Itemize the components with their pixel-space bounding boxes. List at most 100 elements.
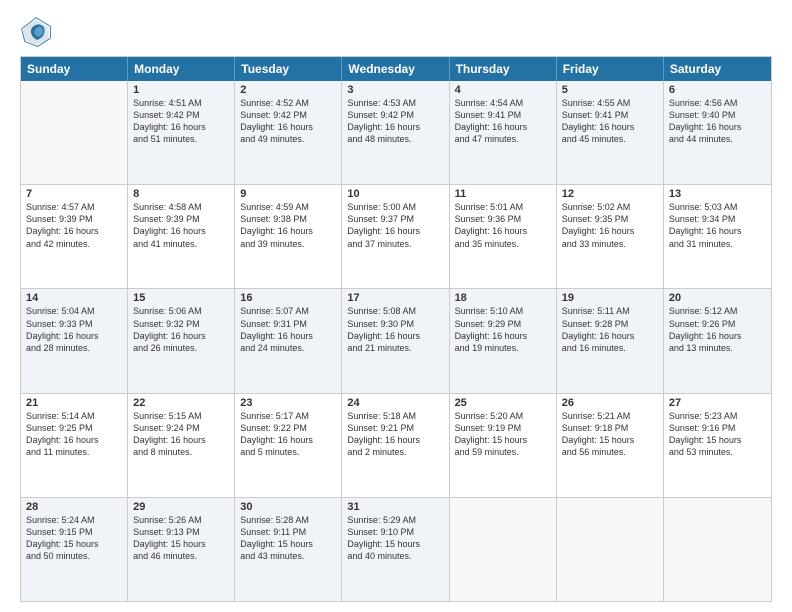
day-info: Sunrise: 5:14 AMSunset: 9:25 PMDaylight:… xyxy=(26,410,122,459)
calendar-cell: 13Sunrise: 5:03 AMSunset: 9:34 PMDayligh… xyxy=(664,185,771,288)
day-info: Sunrise: 5:18 AMSunset: 9:21 PMDaylight:… xyxy=(347,410,443,459)
day-number: 4 xyxy=(455,84,551,96)
calendar-cell: 27Sunrise: 5:23 AMSunset: 9:16 PMDayligh… xyxy=(664,394,771,497)
day-info: Sunrise: 4:55 AMSunset: 9:41 PMDaylight:… xyxy=(562,97,658,146)
day-number: 12 xyxy=(562,188,658,200)
calendar-cell: 30Sunrise: 5:28 AMSunset: 9:11 PMDayligh… xyxy=(235,498,342,601)
day-info: Sunrise: 5:11 AMSunset: 9:28 PMDaylight:… xyxy=(562,305,658,354)
day-number: 29 xyxy=(133,501,229,513)
day-info: Sunrise: 5:08 AMSunset: 9:30 PMDaylight:… xyxy=(347,305,443,354)
day-info: Sunrise: 5:15 AMSunset: 9:24 PMDaylight:… xyxy=(133,410,229,459)
day-info: Sunrise: 5:02 AMSunset: 9:35 PMDaylight:… xyxy=(562,201,658,250)
day-number: 21 xyxy=(26,397,122,409)
calendar-cell: 6Sunrise: 4:56 AMSunset: 9:40 PMDaylight… xyxy=(664,81,771,184)
day-number: 16 xyxy=(240,292,336,304)
day-info: Sunrise: 5:04 AMSunset: 9:33 PMDaylight:… xyxy=(26,305,122,354)
calendar-cell: 9Sunrise: 4:59 AMSunset: 9:38 PMDaylight… xyxy=(235,185,342,288)
page: SundayMondayTuesdayWednesdayThursdayFrid… xyxy=(0,0,792,612)
day-number: 15 xyxy=(133,292,229,304)
day-info: Sunrise: 5:21 AMSunset: 9:18 PMDaylight:… xyxy=(562,410,658,459)
day-number: 2 xyxy=(240,84,336,96)
calendar-header: SundayMondayTuesdayWednesdayThursdayFrid… xyxy=(21,57,771,81)
day-info: Sunrise: 5:01 AMSunset: 9:36 PMDaylight:… xyxy=(455,201,551,250)
day-info: Sunrise: 5:10 AMSunset: 9:29 PMDaylight:… xyxy=(455,305,551,354)
calendar-cell: 11Sunrise: 5:01 AMSunset: 9:36 PMDayligh… xyxy=(450,185,557,288)
day-number: 23 xyxy=(240,397,336,409)
calendar-row: 28Sunrise: 5:24 AMSunset: 9:15 PMDayligh… xyxy=(21,497,771,601)
day-number: 3 xyxy=(347,84,443,96)
calendar-cell: 3Sunrise: 4:53 AMSunset: 9:42 PMDaylight… xyxy=(342,81,449,184)
day-number: 25 xyxy=(455,397,551,409)
day-info: Sunrise: 5:12 AMSunset: 9:26 PMDaylight:… xyxy=(669,305,766,354)
day-number: 14 xyxy=(26,292,122,304)
day-number: 17 xyxy=(347,292,443,304)
calendar-cell: 26Sunrise: 5:21 AMSunset: 9:18 PMDayligh… xyxy=(557,394,664,497)
weekday-header: Monday xyxy=(128,57,235,81)
day-info: Sunrise: 5:06 AMSunset: 9:32 PMDaylight:… xyxy=(133,305,229,354)
weekday-header: Wednesday xyxy=(342,57,449,81)
day-info: Sunrise: 5:20 AMSunset: 9:19 PMDaylight:… xyxy=(455,410,551,459)
calendar-row: 21Sunrise: 5:14 AMSunset: 9:25 PMDayligh… xyxy=(21,393,771,497)
day-info: Sunrise: 4:51 AMSunset: 9:42 PMDaylight:… xyxy=(133,97,229,146)
day-number: 19 xyxy=(562,292,658,304)
day-number: 11 xyxy=(455,188,551,200)
day-number: 6 xyxy=(669,84,766,96)
day-number: 24 xyxy=(347,397,443,409)
calendar-cell: 15Sunrise: 5:06 AMSunset: 9:32 PMDayligh… xyxy=(128,289,235,392)
calendar-cell: 17Sunrise: 5:08 AMSunset: 9:30 PMDayligh… xyxy=(342,289,449,392)
calendar-row: 7Sunrise: 4:57 AMSunset: 9:39 PMDaylight… xyxy=(21,184,771,288)
day-info: Sunrise: 5:26 AMSunset: 9:13 PMDaylight:… xyxy=(133,514,229,563)
calendar-cell: 14Sunrise: 5:04 AMSunset: 9:33 PMDayligh… xyxy=(21,289,128,392)
day-info: Sunrise: 4:59 AMSunset: 9:38 PMDaylight:… xyxy=(240,201,336,250)
calendar-cell: 22Sunrise: 5:15 AMSunset: 9:24 PMDayligh… xyxy=(128,394,235,497)
weekday-header: Saturday xyxy=(664,57,771,81)
day-info: Sunrise: 5:03 AMSunset: 9:34 PMDaylight:… xyxy=(669,201,766,250)
day-info: Sunrise: 5:23 AMSunset: 9:16 PMDaylight:… xyxy=(669,410,766,459)
calendar-cell: 25Sunrise: 5:20 AMSunset: 9:19 PMDayligh… xyxy=(450,394,557,497)
day-info: Sunrise: 5:17 AMSunset: 9:22 PMDaylight:… xyxy=(240,410,336,459)
day-number: 5 xyxy=(562,84,658,96)
day-info: Sunrise: 4:56 AMSunset: 9:40 PMDaylight:… xyxy=(669,97,766,146)
calendar-cell: 18Sunrise: 5:10 AMSunset: 9:29 PMDayligh… xyxy=(450,289,557,392)
calendar-cell: 5Sunrise: 4:55 AMSunset: 9:41 PMDaylight… xyxy=(557,81,664,184)
day-info: Sunrise: 4:52 AMSunset: 9:42 PMDaylight:… xyxy=(240,97,336,146)
calendar-cell: 7Sunrise: 4:57 AMSunset: 9:39 PMDaylight… xyxy=(21,185,128,288)
logo xyxy=(20,16,56,48)
calendar-cell: 8Sunrise: 4:58 AMSunset: 9:39 PMDaylight… xyxy=(128,185,235,288)
day-number: 31 xyxy=(347,501,443,513)
calendar-row: 1Sunrise: 4:51 AMSunset: 9:42 PMDaylight… xyxy=(21,81,771,184)
day-number: 18 xyxy=(455,292,551,304)
calendar-row: 14Sunrise: 5:04 AMSunset: 9:33 PMDayligh… xyxy=(21,288,771,392)
day-info: Sunrise: 5:00 AMSunset: 9:37 PMDaylight:… xyxy=(347,201,443,250)
calendar-body: 1Sunrise: 4:51 AMSunset: 9:42 PMDaylight… xyxy=(21,81,771,601)
day-number: 26 xyxy=(562,397,658,409)
day-info: Sunrise: 5:29 AMSunset: 9:10 PMDaylight:… xyxy=(347,514,443,563)
calendar-cell: 16Sunrise: 5:07 AMSunset: 9:31 PMDayligh… xyxy=(235,289,342,392)
calendar-cell: 1Sunrise: 4:51 AMSunset: 9:42 PMDaylight… xyxy=(128,81,235,184)
logo-icon xyxy=(20,16,52,48)
calendar: SundayMondayTuesdayWednesdayThursdayFrid… xyxy=(20,56,772,602)
day-number: 9 xyxy=(240,188,336,200)
day-info: Sunrise: 4:57 AMSunset: 9:39 PMDaylight:… xyxy=(26,201,122,250)
day-info: Sunrise: 5:28 AMSunset: 9:11 PMDaylight:… xyxy=(240,514,336,563)
day-number: 28 xyxy=(26,501,122,513)
day-number: 22 xyxy=(133,397,229,409)
day-info: Sunrise: 5:07 AMSunset: 9:31 PMDaylight:… xyxy=(240,305,336,354)
day-number: 7 xyxy=(26,188,122,200)
calendar-cell: 4Sunrise: 4:54 AMSunset: 9:41 PMDaylight… xyxy=(450,81,557,184)
calendar-cell xyxy=(664,498,771,601)
day-info: Sunrise: 4:54 AMSunset: 9:41 PMDaylight:… xyxy=(455,97,551,146)
calendar-cell xyxy=(557,498,664,601)
weekday-header: Friday xyxy=(557,57,664,81)
calendar-cell: 19Sunrise: 5:11 AMSunset: 9:28 PMDayligh… xyxy=(557,289,664,392)
weekday-header: Thursday xyxy=(450,57,557,81)
calendar-cell: 21Sunrise: 5:14 AMSunset: 9:25 PMDayligh… xyxy=(21,394,128,497)
calendar-cell: 2Sunrise: 4:52 AMSunset: 9:42 PMDaylight… xyxy=(235,81,342,184)
day-info: Sunrise: 4:58 AMSunset: 9:39 PMDaylight:… xyxy=(133,201,229,250)
header xyxy=(20,16,772,48)
weekday-header: Tuesday xyxy=(235,57,342,81)
day-number: 10 xyxy=(347,188,443,200)
day-number: 27 xyxy=(669,397,766,409)
day-number: 1 xyxy=(133,84,229,96)
calendar-cell: 29Sunrise: 5:26 AMSunset: 9:13 PMDayligh… xyxy=(128,498,235,601)
